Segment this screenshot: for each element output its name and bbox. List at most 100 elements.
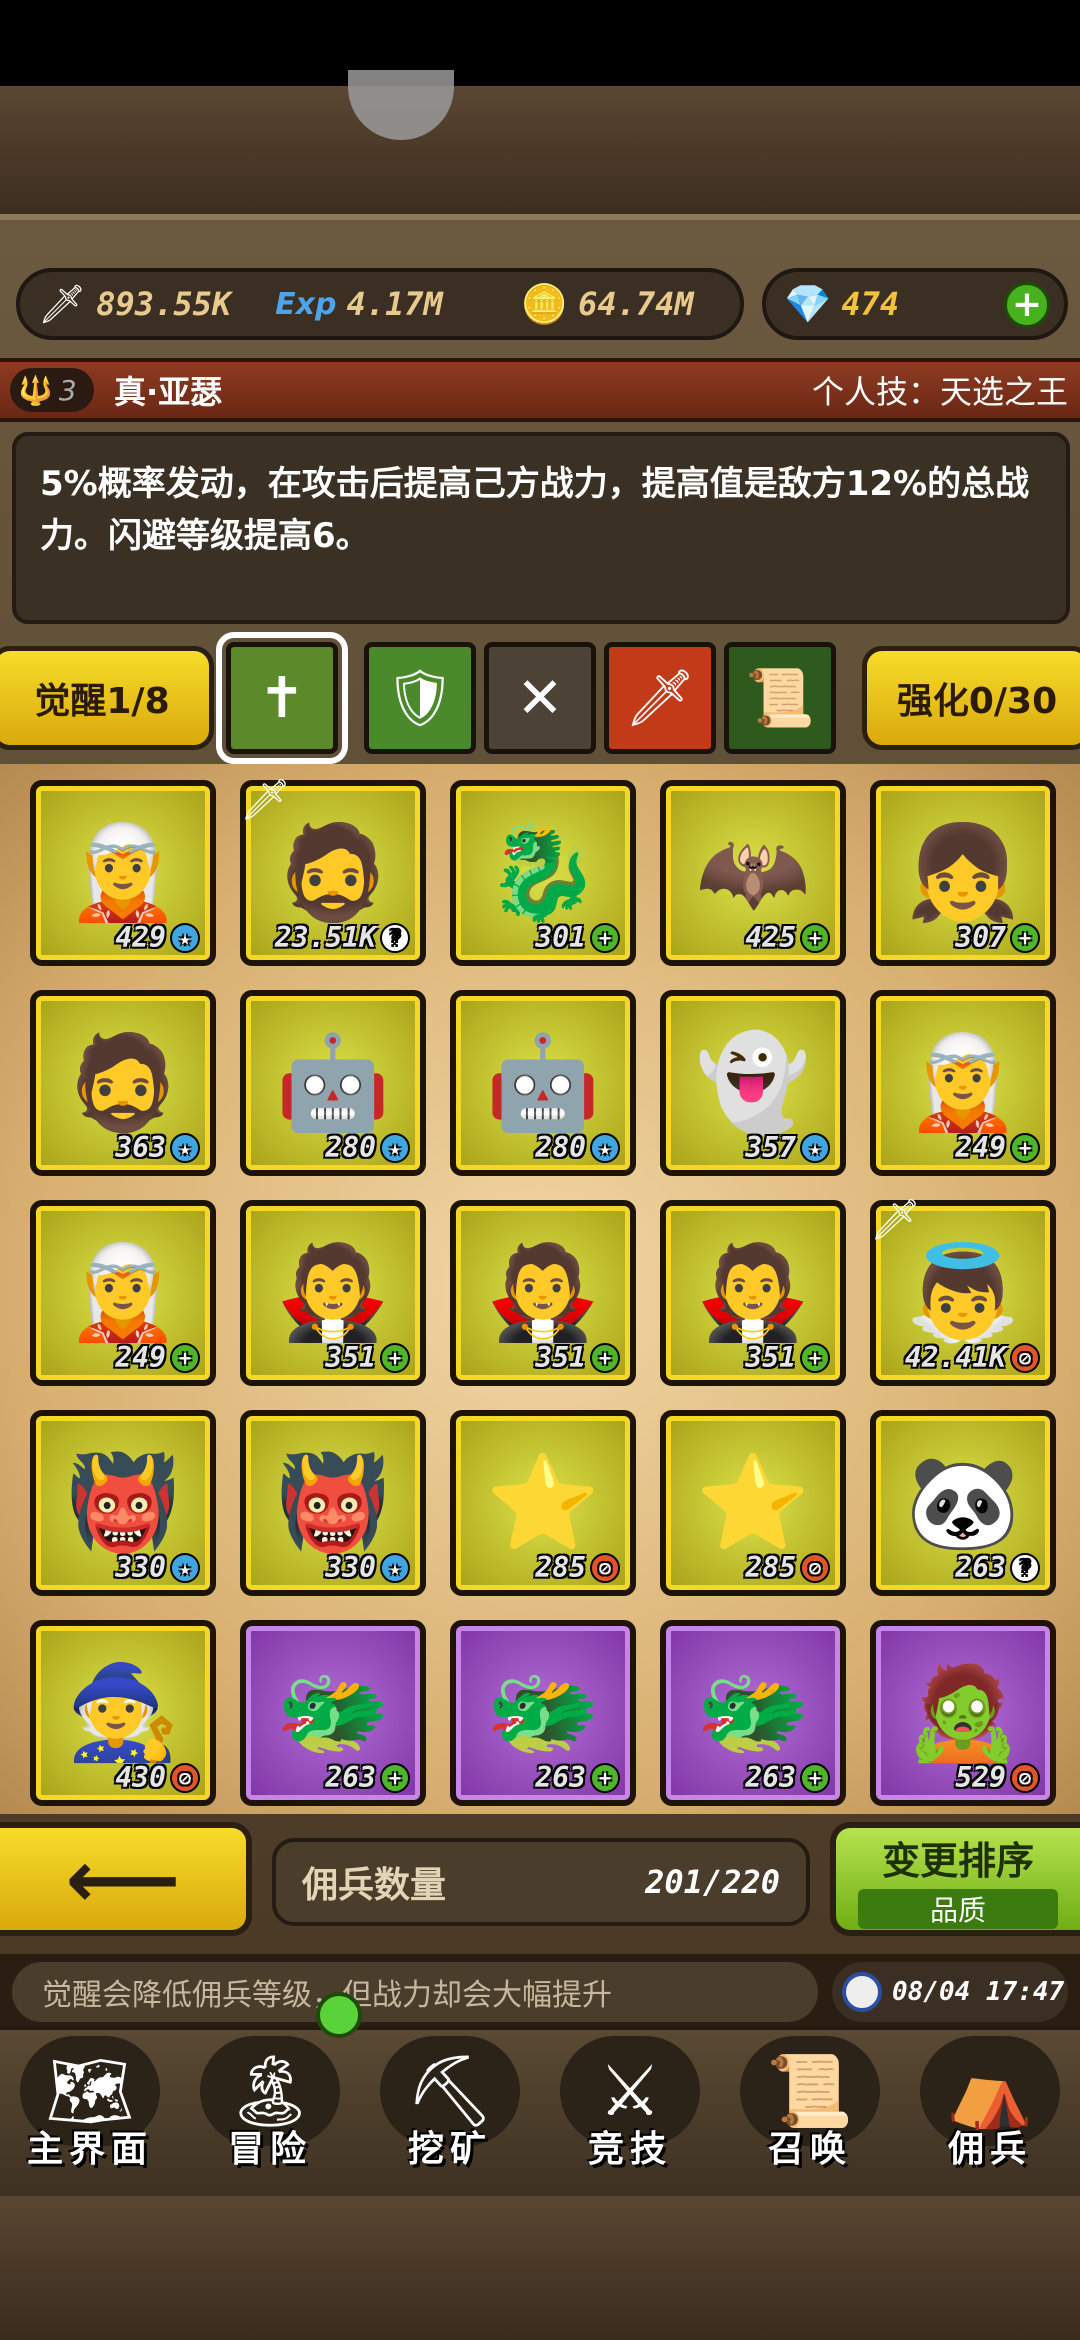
- q-badge-icon: ?: [1010, 1552, 1040, 1583]
- equipped-sword-icon: 🗡: [870, 1197, 921, 1243]
- plus-badge-icon: +: [380, 1762, 410, 1793]
- dot-badge-icon: ⊘: [170, 1762, 200, 1793]
- level-text: 42.41K: [904, 1341, 1006, 1374]
- level-text: 307: [955, 921, 1006, 954]
- skill-header: 🔱 3 真·亚瑟 个人技：天选之王: [0, 358, 1080, 422]
- mercenary-card[interactable]: 👹 330 ★: [30, 1410, 216, 1596]
- level-text: 263: [325, 1761, 376, 1794]
- mercenary-card[interactable]: ⭐ 285 ⊘: [450, 1410, 636, 1596]
- mercenary-sprite: 🐉: [485, 819, 601, 926]
- mercenary-card[interactable]: 👹 330 ★: [240, 1410, 426, 1596]
- mercenary-sprite: 👼: [905, 1239, 1021, 1346]
- mercenary-card[interactable]: 👼 🗡 42.41K ⊘: [870, 1197, 1056, 1386]
- sort-mode: 品质: [858, 1888, 1058, 1929]
- hero-name: 真·亚瑟: [114, 373, 223, 411]
- mercenary-card[interactable]: 🤖 280 ★: [240, 990, 426, 1176]
- dot-badge-icon: ⊘: [590, 1552, 620, 1583]
- nav-item-1[interactable]: 🏝 冒险: [180, 2026, 360, 2196]
- mercenary-sprite: 🤖: [485, 1029, 601, 1136]
- awaken-slot[interactable]: ✝: [216, 632, 348, 764]
- add-gems-button[interactable]: +: [1004, 282, 1050, 328]
- equipped-sword-icon: 🗡: [240, 777, 291, 823]
- mercenary-sprite: 👧: [905, 819, 1021, 926]
- gem-value: 474: [841, 285, 900, 323]
- gem-bar: 💎 474 +: [762, 268, 1068, 340]
- mercenary-card[interactable]: 🧝 249 +: [30, 1200, 216, 1386]
- mercenary-card[interactable]: 🧙 430 ⊘: [30, 1620, 216, 1806]
- mercenary-card[interactable]: 🧛 351 +: [450, 1200, 636, 1386]
- awaken-button[interactable]: 觉醒1/8: [0, 646, 214, 750]
- mercenary-card[interactable]: 🐲 263 +: [660, 1620, 846, 1806]
- level-text: 529: [955, 1761, 1006, 1794]
- mercenary-card[interactable]: 👻 357 ★: [660, 990, 846, 1176]
- mercenary-card[interactable]: 🧔 🗡 23.51K?: [240, 777, 426, 966]
- mercenary-card[interactable]: 🧝 249 +: [870, 990, 1056, 1176]
- nav-item-0[interactable]: 🗺 主界面: [0, 2026, 180, 2196]
- mercenary-sprite: 🐲: [275, 1659, 391, 1766]
- mercenary-card[interactable]: 🐲 263 +: [450, 1620, 636, 1806]
- mercenary-card[interactable]: 👧 307 +: [870, 780, 1056, 966]
- awaken-slot[interactable]: 🛡: [364, 642, 476, 754]
- skill-description: 5%概率发动，在攻击后提高己方战力，提高值是敌方12%的总战力。闪避等级提高6。: [12, 432, 1070, 624]
- star-badge-icon: ★: [170, 1132, 200, 1163]
- mercenary-card[interactable]: 🐼 263?: [870, 1410, 1056, 1596]
- level-text: 285: [745, 1551, 796, 1584]
- awaken-slot[interactable]: ✕: [484, 642, 596, 754]
- mercenary-card[interactable]: 🧛 351 +: [240, 1200, 426, 1386]
- mercenary-card[interactable]: 🧝 429 ★: [30, 780, 216, 966]
- mercenary-level: 307 +: [955, 921, 1040, 954]
- time-display: 08/04 17:47: [832, 1962, 1068, 2022]
- back-button[interactable]: ⟵: [0, 1822, 252, 1936]
- dot-badge-icon: ⊘: [1010, 1762, 1040, 1793]
- mercenary-level: 529 ⊘: [955, 1761, 1040, 1794]
- mercenary-level: 285 ⊘: [745, 1551, 830, 1584]
- plus-badge-icon: +: [590, 1762, 620, 1793]
- mercenary-level: 351 +: [325, 1341, 410, 1374]
- sword-icon: 🗡: [624, 666, 696, 731]
- nav-item-5[interactable]: ⛺ 佣兵: [900, 2026, 1080, 2196]
- attack-value: 893.55K: [96, 285, 232, 323]
- level-text: 263: [535, 1761, 586, 1794]
- sort-button[interactable]: 变更排序 品质: [830, 1822, 1080, 1936]
- star-badge-icon: ★: [590, 1132, 620, 1163]
- clock-icon: [842, 1972, 882, 2012]
- mercenary-card[interactable]: 🦇 425 +: [660, 780, 846, 966]
- mercenary-sprite: 🧙: [65, 1659, 181, 1766]
- mercenary-card[interactable]: 🧔 363 ★: [30, 990, 216, 1176]
- plus-badge-icon: +: [800, 1762, 830, 1793]
- mercenary-card[interactable]: ⭐ 285 ⊘: [660, 1410, 846, 1596]
- scroll-icon: 📜: [745, 666, 815, 731]
- dot-badge-icon: ⊘: [800, 1552, 830, 1583]
- mercenary-level: 280 ★: [325, 1131, 410, 1164]
- mercenary-count-bar: 佣兵数量 201/220: [272, 1838, 810, 1926]
- mercenary-level: 425 +: [745, 921, 830, 954]
- footer-background: [0, 2196, 1080, 2340]
- resource-bar: 🗡 893.55K Exp 4.17M 🪙 64.74M: [16, 268, 744, 340]
- mercenary-card[interactable]: 🐉 301 +: [450, 780, 636, 966]
- nav-item-3[interactable]: ⚔ 竞技: [540, 2026, 720, 2196]
- tip-bar: 觉醒会降低佣兵等级，但战力却会大幅提升: [12, 1962, 818, 2022]
- mercenary-level: 249 +: [115, 1341, 200, 1374]
- level-text: 351: [745, 1341, 796, 1374]
- enhance-button[interactable]: 强化0/30: [862, 646, 1080, 750]
- star-badge-icon: ★: [380, 1552, 410, 1583]
- gold-coin-icon: 🪙: [520, 281, 569, 326]
- mercenary-card[interactable]: 🤖 280 ★: [450, 990, 636, 1176]
- awaken-slot[interactable]: 🗡: [604, 642, 716, 754]
- mercenary-level: 263 +: [535, 1761, 620, 1794]
- nav-item-2[interactable]: ⛏ 挖矿: [360, 2026, 540, 2196]
- star-badge-icon: ★: [170, 1552, 200, 1583]
- nav-item-4[interactable]: 📜 召唤: [720, 2026, 900, 2196]
- mercenary-card[interactable]: 🐲 263 +: [240, 1620, 426, 1806]
- level-text: 330: [115, 1551, 166, 1584]
- mercenary-card[interactable]: 🧟 529 ⊘: [870, 1620, 1056, 1806]
- level-text: 249: [955, 1131, 1006, 1164]
- mercenary-sprite: ⭐: [485, 1449, 601, 1556]
- mercenary-sprite: 🧔: [275, 819, 391, 926]
- ruby-icon: 💎: [784, 281, 832, 326]
- mercenary-card[interactable]: 🧛 351 +: [660, 1200, 846, 1386]
- mercenary-sprite: 🧟: [905, 1659, 1021, 1766]
- awaken-slot[interactable]: 📜: [724, 642, 836, 754]
- count-value: 201/220: [645, 1863, 780, 1901]
- mercenary-sprite: 👹: [275, 1449, 391, 1556]
